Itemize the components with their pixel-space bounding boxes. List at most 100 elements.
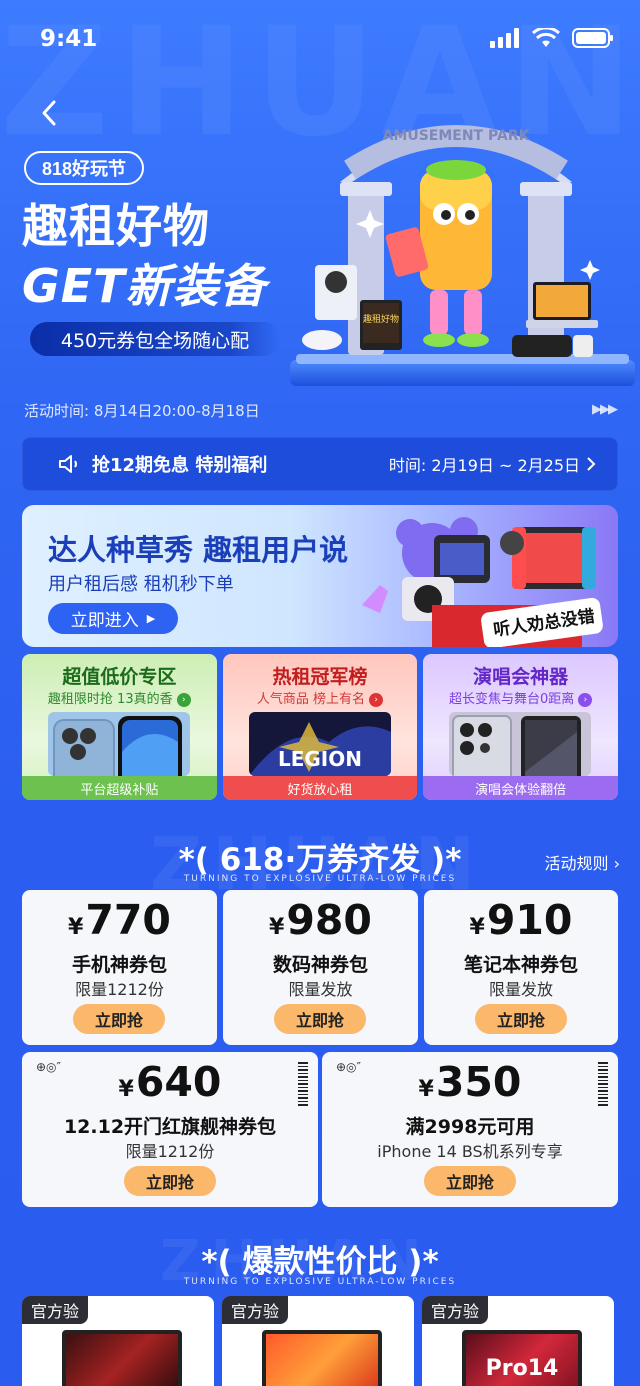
card-hot-rank[interactable]: 热租冠军榜 人气商品 榜上有名 › LEGION 好货放心租 [222, 654, 418, 800]
iphone-image [48, 712, 190, 776]
more-arrows-icon[interactable]: ▶▶▶ [592, 402, 618, 417]
section-subtitle-coupons: TURNING TO EXPLOSIVE ULTRA-LOW PRICES [183, 874, 457, 884]
card-subtitle-text: 人气商品 榜上有名 [256, 692, 365, 707]
coupon-limit: 限量1212份 [125, 1142, 215, 1161]
coupon-amount-value: 980 [286, 896, 372, 944]
arrow-circle-icon: › [369, 692, 384, 707]
card-title: 演唱会神器 [473, 666, 569, 688]
review-banner[interactable]: 达人种草秀 趣租用户说 用户租后感 租机秒下单 立即进入 ▶ 听人劝总没错 [22, 505, 618, 647]
festival-badge: 818好玩节 [24, 151, 144, 185]
coupon-limit: 限量发放 [288, 980, 353, 999]
product-image [62, 1330, 182, 1386]
status-time: 9:41 [40, 26, 98, 52]
notice-time: 时间: 2月19日 ~ 2月25日 [388, 456, 580, 475]
coupon-name: 12.12开门红旗舰神券包 [63, 1116, 277, 1138]
sign-text: 趣租好物 [363, 313, 399, 325]
official-tag: 官方验 [222, 1296, 288, 1324]
product-card[interactable]: 官方验 [22, 1296, 214, 1386]
arrow-circle-icon: › [176, 692, 191, 707]
card-footer: 演唱会体验翻倍 [423, 776, 619, 800]
coupon-card: ¥770 手机神券包 限量1212份 立即抢 [22, 890, 217, 1045]
grab-button[interactable]: 立即抢 [274, 1004, 366, 1034]
currency-symbol: ¥ [68, 915, 84, 940]
product-card[interactable]: 官方验 Pro14 [422, 1296, 614, 1386]
hero-title-line2: GET新装备 [22, 259, 267, 313]
arrow-circle-icon: › [578, 692, 593, 707]
product-image [262, 1330, 382, 1386]
official-tag: 官方验 [22, 1296, 88, 1324]
enter-button[interactable]: 立即进入 ▶ [48, 603, 178, 634]
amusement-park-illustration: AMUSEMENT PARK 趣租好物 [290, 125, 635, 386]
page: ZHUAN 9:41 818好玩节 趣租好物 GET新装备 450元券包全场随心… [0, 0, 640, 1386]
section-title-hot: *( 爆款性价比 )* [201, 1244, 439, 1280]
currency-symbol: ¥ [118, 1077, 134, 1102]
coupon-amount: ¥910 [424, 896, 618, 944]
coupon-limit: 限量1212份 [75, 980, 164, 999]
card-low-price[interactable]: 超值低价专区 趣租限时抢 13真的香 › 平台超级补贴 [22, 654, 217, 800]
coupon-amount: ¥640 [22, 1058, 318, 1106]
category-cards: 超值低价专区 趣租限时抢 13真的香 › 平台超级补贴 热租冠军榜 人气商品 榜… [22, 654, 619, 800]
coupon-name: 手机神券包 [71, 954, 167, 976]
card-subtitle-text: 超长变焦与舞台0距离 [448, 692, 575, 707]
gadgets-illustration: 听人劝总没错 [362, 517, 603, 647]
grab-button[interactable]: 立即抢 [475, 1004, 567, 1034]
speaker-icon [59, 455, 77, 473]
enter-button-label: 立即进入 [70, 611, 139, 631]
signal-icon [490, 28, 519, 48]
promo-notice-bar[interactable]: 抢12期免息 特别福利 时间: 2月19日 ~ 2月25日 [22, 437, 618, 491]
play-arrow-icon: ▶ [146, 612, 156, 625]
card-subtitle: 趣租限时抢 13真的香 › [22, 688, 217, 707]
coupon-card: ⊕◎″ ¥640 12.12开门红旗舰神券包 限量1212份 立即抢 [22, 1052, 318, 1207]
product-card[interactable]: 官方验 [222, 1296, 414, 1386]
coupon-amount-value: 350 [435, 1058, 522, 1106]
coupon-name: 满2998元可用 [405, 1116, 535, 1138]
chevron-right-icon [587, 457, 596, 471]
coupon-amount-value: 910 [486, 896, 573, 944]
banner-title: 达人种草秀 趣租用户说 [48, 533, 349, 567]
notice-text: 抢12期免息 特别福利 [92, 455, 268, 476]
coupon-card: ⊕◎″ ¥350 满2998元可用 iPhone 14 BS机系列专享 立即抢 [322, 1052, 618, 1207]
grab-button[interactable]: 立即抢 [124, 1166, 216, 1196]
card-title: 超值低价专区 [62, 666, 177, 688]
arch-text: AMUSEMENT PARK [383, 128, 531, 144]
card-concert[interactable]: 演唱会神器 超长变焦与舞台0距离 › 演唱会体验翻倍 [423, 654, 619, 800]
coupon-amount-value: 770 [85, 896, 171, 944]
wifi-icon [532, 28, 560, 47]
currency-symbol: ¥ [418, 1077, 434, 1102]
product-image: Pro14 [462, 1330, 582, 1386]
coupon-limit: 限量发放 [488, 980, 553, 999]
card-footer: 好货放心租 [222, 776, 418, 800]
coupon-amount: ¥350 [322, 1058, 618, 1106]
coupon-card: ¥980 数码神券包 限量发放 立即抢 [223, 890, 418, 1045]
coupon-amount: ¥770 [22, 896, 217, 944]
coupon-amount-value: 640 [135, 1058, 222, 1106]
hero-subtitle: 450元券包全场随心配 [30, 322, 280, 356]
product-screen-text: Pro14 [485, 1356, 559, 1381]
card-subtitle: 人气商品 榜上有名 › [223, 688, 418, 707]
grab-button[interactable]: 立即抢 [73, 1004, 165, 1034]
activity-time: 活动时间: 8月14日20:00-8月18日 [24, 402, 260, 420]
card-subtitle: 超长变焦与舞台0距离 › [423, 688, 618, 707]
activity-rules-link[interactable]: 活动规则 › [544, 850, 620, 874]
official-tag: 官方验 [422, 1296, 488, 1324]
coupon-name: 数码神券包 [272, 954, 368, 976]
card-subtitle-text: 趣租限时抢 13真的香 [47, 692, 173, 707]
coupon-amount: ¥980 [223, 896, 418, 944]
legion-text: LEGION [278, 747, 362, 771]
card-title: 热租冠军榜 [272, 666, 368, 688]
grab-button[interactable]: 立即抢 [424, 1166, 516, 1196]
coupon-limit: iPhone 14 BS机系列专享 [377, 1142, 563, 1161]
chevron-right-icon: › [613, 854, 620, 873]
coupon-name: 笔记本神券包 [463, 954, 578, 976]
currency-symbol: ¥ [269, 915, 285, 940]
section-subtitle-hot: TURNING TO EXPLOSIVE ULTRA-LOW PRICES [183, 1277, 457, 1287]
hero-title: 趣租好物 [22, 199, 210, 253]
currency-symbol: ¥ [469, 915, 485, 940]
back-icon[interactable] [36, 98, 66, 128]
rules-label: 活动规则 [544, 854, 609, 873]
galaxy-phone-image [449, 712, 592, 776]
status-icons [490, 28, 614, 48]
status-bar: 9:41 [0, 0, 640, 80]
banner-subtitle: 用户租后感 租机秒下单 [48, 574, 234, 595]
legion-laptop-image: LEGION [248, 712, 391, 776]
